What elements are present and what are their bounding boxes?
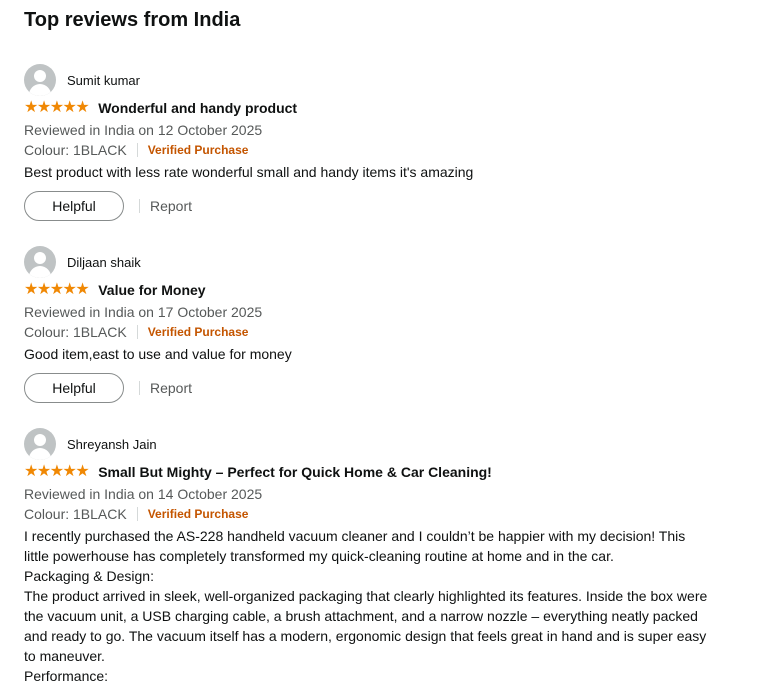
helpful-button[interactable]: Helpful	[24, 191, 124, 221]
user-avatar-icon	[24, 428, 56, 460]
review-body: Best product with less rate wonderful sm…	[24, 162, 741, 182]
review-body: I recently purchased the AS-228 handheld…	[24, 526, 714, 685]
review-date: Reviewed in India on 17 October 2025	[24, 304, 263, 320]
verified-purchase-badge[interactable]: Verified Purchase	[148, 507, 249, 521]
review-body: Good item,east to use and value for mone…	[24, 344, 741, 364]
report-link[interactable]: Report	[150, 380, 192, 396]
star-rating[interactable]: ★★★★★	[24, 282, 90, 298]
user-avatar-icon	[24, 64, 56, 96]
helpful-button[interactable]: Helpful	[24, 373, 124, 403]
review-paragraph: The product arrived in sleek, well-organ…	[24, 588, 708, 664]
verified-purchase-badge[interactable]: Verified Purchase	[148, 143, 249, 157]
review-text: Good item,east to use and value for mone…	[24, 346, 292, 362]
divider	[136, 507, 138, 521]
review-title[interactable]: Value for Money	[98, 282, 205, 298]
review-paragraph: I recently purchased the AS-228 handheld…	[24, 528, 686, 564]
verified-purchase-badge[interactable]: Verified Purchase	[148, 325, 249, 339]
star-rating[interactable]: ★★★★★	[24, 100, 90, 116]
review-card: Shreyansh Jain ★★★★★ Small But Mighty – …	[24, 428, 741, 685]
reviewer-name: Shreyansh Jain	[67, 436, 157, 452]
divider	[136, 143, 138, 157]
product-variant[interactable]: Colour: 1BLACK	[24, 506, 127, 522]
reviews-page: Top reviews from India Sumit kumar ★★★★★…	[0, 0, 765, 685]
reviewer-name: Diljaan shaik	[67, 254, 141, 270]
review-paragraph: Packaging & Design:	[24, 568, 154, 584]
reviewer-profile[interactable]: Sumit kumar	[24, 64, 741, 96]
user-avatar-icon	[24, 246, 56, 278]
review-card: Diljaan shaik ★★★★★ Value for Money Revi…	[24, 246, 741, 404]
review-card: Sumit kumar ★★★★★ Wonderful and handy pr…	[24, 64, 741, 222]
report-link[interactable]: Report	[150, 198, 192, 214]
reviewer-profile[interactable]: Shreyansh Jain	[24, 428, 741, 460]
product-variant[interactable]: Colour: 1BLACK	[24, 324, 127, 340]
review-paragraph: Performance:	[24, 668, 109, 684]
review-title[interactable]: Small But Mighty – Perfect for Quick Hom…	[98, 464, 492, 480]
divider	[139, 381, 140, 395]
divider	[136, 325, 138, 339]
reviewer-profile[interactable]: Diljaan shaik	[24, 246, 741, 278]
review-date: Reviewed in India on 12 October 2025	[24, 122, 263, 138]
star-rating[interactable]: ★★★★★	[24, 464, 90, 480]
divider	[139, 199, 140, 213]
review-text: Best product with less rate wonderful sm…	[24, 164, 474, 180]
product-variant[interactable]: Colour: 1BLACK	[24, 142, 127, 158]
reviewer-name: Sumit kumar	[67, 72, 140, 88]
review-title[interactable]: Wonderful and handy product	[98, 100, 297, 116]
section-title: Top reviews from India	[24, 9, 241, 31]
review-date: Reviewed in India on 14 October 2025	[24, 486, 263, 502]
